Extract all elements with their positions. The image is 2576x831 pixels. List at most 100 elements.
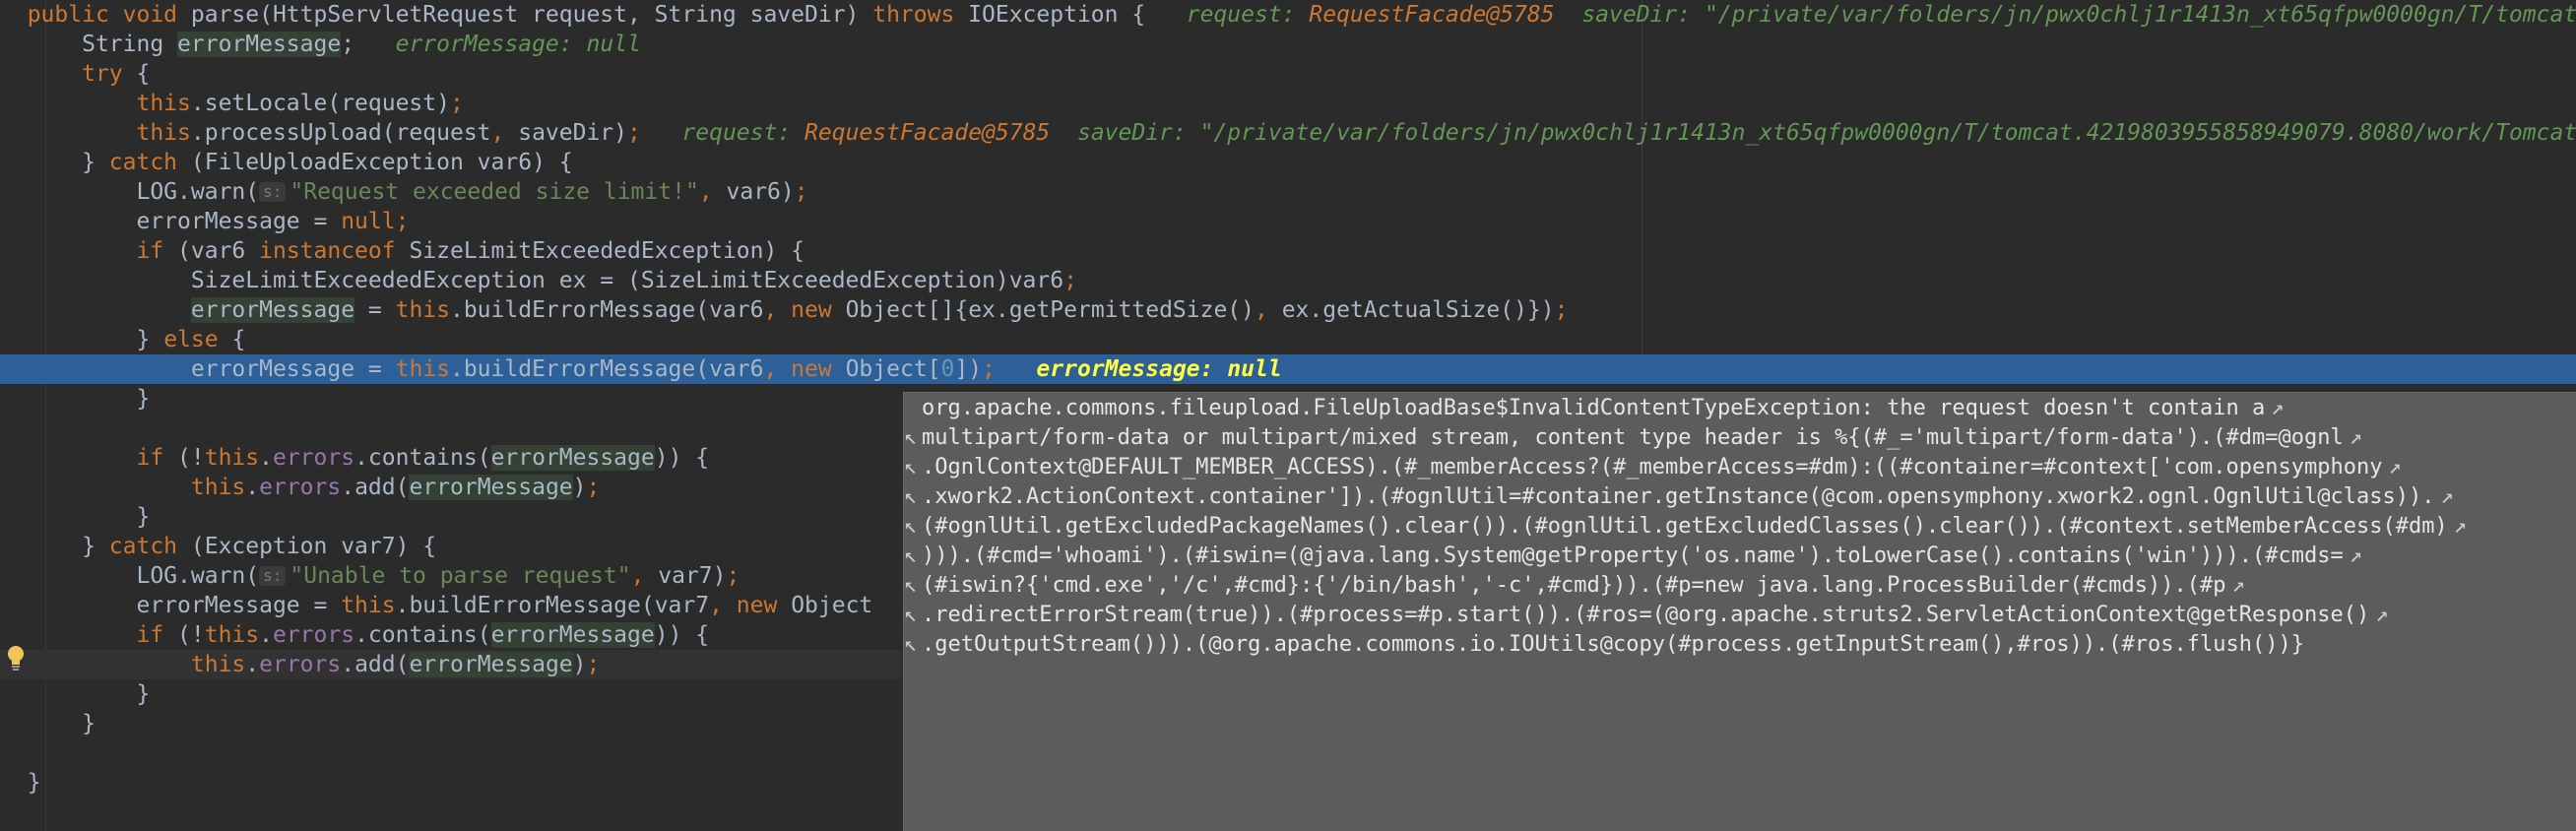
code-line[interactable]: this.processUpload(request, saveDir); re…	[0, 118, 2576, 148]
code-token: .setLocale(request)	[190, 91, 450, 116]
soft-wrap-end-icon: ↗	[2453, 514, 2467, 539]
soft-wrap-start-icon: ↖	[904, 543, 918, 568]
code-line[interactable]: public void parse(HttpServletRequest req…	[0, 0, 2576, 30]
code-token: this	[190, 475, 246, 500]
code-line[interactable]: LOG.warn(s: "Request exceeded size limit!…	[0, 177, 2576, 207]
code-line[interactable]: errorMessage = this.buildErrorMessage(va…	[0, 295, 2576, 325]
debug-key: "/private/var/folders/jn/pwx0chlj1r1413n…	[1704, 2, 2576, 28]
popup-text-line: ↖ multipart/form-data or multipart/mixed …	[904, 423, 2576, 453]
code-token: , new	[763, 297, 846, 323]
popup-text: .xwork2.ActionContext.container']).(#ogn…	[922, 484, 2435, 509]
code-token: }	[136, 327, 164, 352]
code-token: errors	[272, 445, 355, 471]
code-token: errorMessage	[409, 652, 573, 677]
code-token: )	[572, 475, 587, 500]
debug-value: RequestFacade@5785	[1309, 2, 1555, 28]
soft-wrap-end-icon: ↗	[2349, 425, 2362, 450]
code-token: ,	[630, 563, 659, 589]
code-token: errorMessage	[190, 297, 355, 323]
code-token: LOG.warn(	[136, 179, 260, 205]
code-token: ;	[586, 652, 601, 677]
code-token: String	[82, 32, 178, 57]
code-line[interactable]: this.setLocale(request);	[0, 89, 2576, 118]
code-token: }	[136, 386, 151, 412]
popup-text: multipart/form-data or multipart/mixed s…	[922, 425, 2344, 450]
code-token: .	[259, 622, 273, 648]
inline-debug-values: errorMessage: null	[382, 32, 641, 57]
code-token: throws	[872, 2, 969, 28]
code-token: .processUpload(request	[190, 120, 491, 146]
code-token: (var6	[177, 238, 260, 264]
lightbulb-icon[interactable]	[6, 644, 26, 671]
soft-wrap-start-icon: ↖	[904, 573, 918, 598]
code-token: this	[395, 297, 450, 323]
code-line[interactable]: SizeLimitExceededException ex = (SizeLim…	[0, 266, 2576, 295]
code-token: (!	[177, 622, 205, 648]
inline-debug-value-current: errorMessage: null	[1022, 356, 1282, 382]
code-token: )	[572, 652, 587, 677]
soft-wrap-start-icon: ↖	[904, 484, 918, 509]
code-token: if	[136, 445, 178, 471]
code-token: .	[245, 475, 260, 500]
debugger-value-popup[interactable]: org.apache.commons.fileupload.FileUpload…	[903, 392, 2576, 831]
code-token: ;	[627, 120, 669, 146]
code-token: (Exception var7) {	[190, 534, 437, 559]
code-token: =	[354, 297, 396, 323]
code-token: .buildErrorMessage(var6	[449, 356, 764, 382]
code-token: errorMessage	[177, 32, 342, 57]
code-editor[interactable]: public void parse(HttpServletRequest req…	[0, 0, 2576, 831]
code-token: .add(	[341, 652, 410, 677]
code-token: , new	[763, 356, 846, 382]
code-token: errorMessage =	[190, 356, 396, 382]
parameter-hint: s:	[259, 566, 287, 586]
popup-text: .redirectErrorStream(true)).(#process=#p…	[922, 603, 2370, 627]
soft-wrap-end-icon: ↗	[2388, 455, 2402, 479]
code-token: {	[231, 327, 246, 352]
soft-wrap-start-icon: ↖	[904, 632, 918, 657]
popup-text-line: org.apache.commons.fileupload.FileUpload…	[904, 394, 2576, 423]
code-line[interactable]: if (var6 instanceof SizeLimitExceededExc…	[0, 236, 2576, 266]
code-line[interactable]: try {	[0, 59, 2576, 89]
code-line[interactable]: } catch (FileUploadException var6) {	[0, 148, 2576, 177]
code-token: errorMessage	[409, 475, 573, 500]
code-token: }	[27, 770, 41, 796]
code-token: .buildErrorMessage(var6	[449, 297, 764, 323]
code-token: Object[]{ex.getPermittedSize()	[845, 297, 1255, 323]
code-line[interactable]: String errorMessage; errorMessage: null	[0, 30, 2576, 59]
code-token: try	[82, 61, 137, 87]
code-token: if	[136, 238, 178, 264]
popup-text: ))).(#cmd='whoami').(#iswin=(@java.lang.…	[922, 543, 2344, 568]
code-token: var7)	[658, 563, 727, 589]
code-token: null;	[341, 209, 410, 234]
code-token: }	[82, 534, 109, 559]
code-token: "Unable to parse request"	[290, 563, 631, 589]
code-line[interactable]: } else {	[0, 325, 2576, 354]
code-token: errorMessage =	[136, 209, 342, 234]
code-token: this	[341, 593, 396, 618]
current-execution-line[interactable]: errorMessage = this.buildErrorMessage(va…	[0, 354, 2576, 384]
code-token: this	[204, 445, 260, 471]
code-token: errors	[259, 652, 342, 677]
popup-text-line: ↖))).(#cmd='whoami').(#iswin=(@java.lang…	[904, 542, 2576, 571]
popup-text-line: ↖ (#iswin?{'cmd.exe','/c',#cmd}:{'/bin/ba…	[904, 571, 2576, 601]
code-token: )) {	[654, 622, 710, 648]
code-token: this	[204, 622, 260, 648]
soft-wrap-end-icon: ↗	[2440, 484, 2454, 509]
code-token: this	[190, 652, 246, 677]
code-line[interactable]: errorMessage = null;	[0, 207, 2576, 236]
code-token: , new	[709, 593, 792, 618]
